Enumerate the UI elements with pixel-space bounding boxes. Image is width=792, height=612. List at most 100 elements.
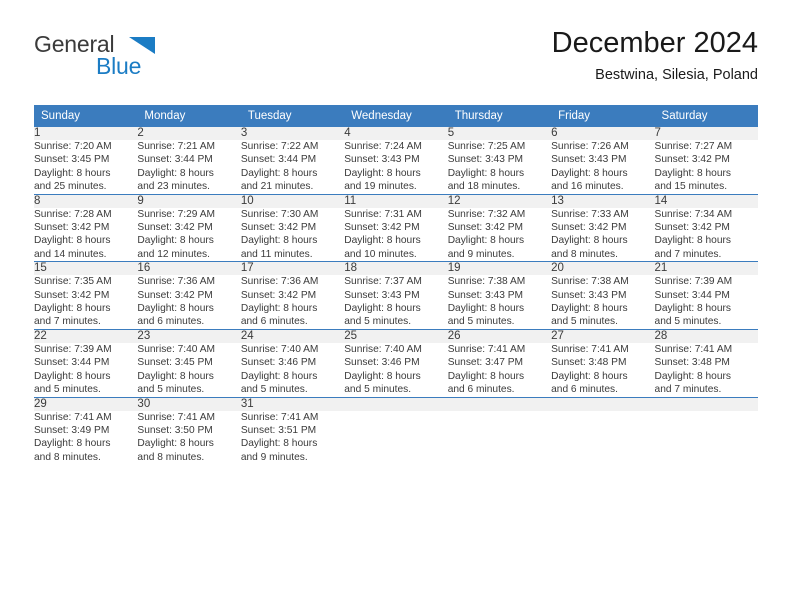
day-number[interactable]: 5 <box>447 127 552 140</box>
day-daylight-text: and 12 minutes. <box>137 248 210 260</box>
day-sunset-text: Sunset: 3:43 PM <box>447 289 524 301</box>
day-daylight-text: Daylight: 8 hours <box>137 303 214 315</box>
day-number[interactable]: 25 <box>344 328 448 343</box>
day-number[interactable]: 17 <box>240 261 345 276</box>
weekday-header-thursday: Thursday <box>447 105 552 127</box>
day-daylight-text: Daylight: 8 hours <box>551 167 628 179</box>
day-sunset-text: Sunset: 3:46 PM <box>344 357 420 369</box>
day-daylight-text: and 5 minutes. <box>447 316 515 328</box>
day-daylight-text: Daylight: 8 hours <box>240 167 318 179</box>
day-daylight-text: and 25 minutes. <box>34 181 107 193</box>
day-sunset-text: Sunset: 3:44 PM <box>34 357 110 369</box>
day-details: Sunrise: 7:24 AM Sunset: 3:43 PM Daylight:… <box>344 140 447 194</box>
day-sunset-text: Sunset: 3:42 PM <box>34 289 110 301</box>
day-daylight-text: Daylight: 8 hours <box>447 167 525 179</box>
day-sunrise-text: Sunrise: 7:25 AM <box>447 141 526 152</box>
day-number[interactable]: 21 <box>654 261 758 276</box>
day-number[interactable]: 22 <box>34 328 138 343</box>
day-daylight-text: and 5 minutes. <box>551 316 618 328</box>
day-number[interactable]: 24 <box>240 328 345 343</box>
day-details: Sunrise: 7:33 AM Sunset: 3:42 PM Daylight:… <box>551 208 654 262</box>
day-number[interactable]: 2 <box>137 127 241 140</box>
day-number[interactable]: 31 <box>240 396 345 411</box>
day-number[interactable]: 15 <box>34 261 138 276</box>
title-block: December 2024 Bestwina, Silesia, Poland <box>552 26 758 84</box>
day-sunset-text: Sunset: 3:49 PM <box>34 424 110 436</box>
day-number[interactable]: 10 <box>240 193 345 208</box>
day-daylight-text: and 21 minutes. <box>240 181 314 193</box>
day-daylight-text: Daylight: 8 hours <box>447 303 525 315</box>
day-sunset-text: Sunset: 3:43 PM <box>344 289 420 301</box>
day-number[interactable]: 23 <box>137 328 241 343</box>
calendar-header-row: Sunday Monday Tuesday Wednesday Thursday… <box>34 105 758 127</box>
day-sunrise-text: Sunrise: 7:31 AM <box>344 208 422 220</box>
day-daylight-text: Daylight: 8 hours <box>240 370 318 382</box>
day-number[interactable]: 9 <box>137 193 241 208</box>
day-sunrise-text: Sunrise: 7:41 AM <box>654 343 733 355</box>
page-title: December 2024 <box>551 27 758 59</box>
day-daylight-text: and 5 minutes. <box>654 316 722 328</box>
day-daylight-text: and 14 minutes. <box>34 248 107 260</box>
day-number[interactable]: 16 <box>137 261 241 276</box>
day-number[interactable]: 29 <box>34 396 138 411</box>
day-number[interactable]: 6 <box>551 127 655 140</box>
day-sunset-text: Sunset: 3:43 PM <box>344 154 420 166</box>
day-sunrise-text: Sunrise: 7:41 AM <box>137 411 216 423</box>
day-number[interactable]: 27 <box>551 328 655 343</box>
day-sunrise-text: Sunrise: 7:33 AM <box>551 208 629 220</box>
day-sunset-text: Sunset: 3:46 PM <box>240 357 317 369</box>
day-number[interactable]: 19 <box>447 261 552 276</box>
day-daylight-text: and 8 minutes. <box>551 248 618 260</box>
calendar-body: 1 2 3 4 5 6 7 Sunrise: 7:20 AM Sunset: 3:45 PM Da… <box>34 127 758 464</box>
day-daylight-text: Daylight: 8 hours <box>344 370 421 382</box>
day-sunrise-text: Sunrise: 7:38 AM <box>447 276 526 288</box>
day-sunset-text: Sunset: 3:47 PM <box>447 357 524 369</box>
day-sunrise-text: Sunrise: 7:36 AM <box>137 276 216 288</box>
day-sunset-text: Sunset: 3:42 PM <box>137 222 213 234</box>
day-number[interactable]: 13 <box>551 193 655 208</box>
day-details: Sunrise: 7:41 AM Sunset: 3:50 PM Daylight:… <box>137 411 240 465</box>
day-number[interactable]: 28 <box>654 328 758 343</box>
day-number[interactable]: 1 <box>34 127 138 140</box>
day-details-empty <box>551 411 654 465</box>
day-daylight-text: Daylight: 8 hours <box>240 235 318 247</box>
day-sunrise-text: Sunrise: 7:41 AM <box>34 411 112 423</box>
day-details: Sunrise: 7:36 AM Sunset: 3:42 PM Daylight:… <box>137 275 240 329</box>
day-number[interactable]: 18 <box>344 261 448 276</box>
day-daylight-text: Daylight: 8 hours <box>240 303 318 315</box>
day-number[interactable]: 4 <box>344 127 448 140</box>
day-sunrise-text: Sunrise: 7:28 AM <box>34 208 112 220</box>
day-details: Sunrise: 7:29 AM Sunset: 3:42 PM Daylight:… <box>137 208 240 262</box>
day-sunrise-text: Sunrise: 7:26 AM <box>551 141 629 152</box>
day-details-empty <box>448 411 551 465</box>
day-sunset-text: Sunset: 3:45 PM <box>137 357 213 369</box>
general-blue-logo[interactable]: General Blue <box>34 32 234 88</box>
day-details: Sunrise: 7:40 AM Sunset: 3:45 PM Daylight:… <box>137 343 240 397</box>
day-details-empty <box>344 411 447 465</box>
day-cell-empty <box>654 396 758 411</box>
day-number[interactable]: 11 <box>344 193 448 208</box>
day-number[interactable]: 8 <box>34 193 138 208</box>
day-number[interactable]: 30 <box>137 396 241 411</box>
day-sunset-text: Sunset: 3:42 PM <box>240 222 317 234</box>
day-sunrise-text: Sunrise: 7:41 AM <box>240 411 319 423</box>
week-row-numbers: 22 23 24 25 26 27 28 <box>34 328 758 343</box>
day-sunrise-text: Sunrise: 7:39 AM <box>654 276 733 288</box>
day-daylight-text: and 19 minutes. <box>344 181 417 193</box>
day-number[interactable]: 3 <box>240 127 345 140</box>
day-sunrise-text: Sunrise: 7:24 AM <box>344 141 422 152</box>
day-daylight-text: and 7 minutes. <box>34 316 101 328</box>
day-daylight-text: Daylight: 8 hours <box>344 235 421 247</box>
day-number[interactable]: 26 <box>447 328 552 343</box>
page-header: General Blue December 2024 Bestwina, Sil… <box>34 26 758 98</box>
day-daylight-text: Daylight: 8 hours <box>34 303 111 315</box>
day-number[interactable]: 12 <box>447 193 552 208</box>
day-sunrise-text: Sunrise: 7:35 AM <box>34 276 112 288</box>
day-details-empty <box>655 411 758 465</box>
day-sunrise-text: Sunrise: 7:29 AM <box>137 208 216 220</box>
day-details: Sunrise: 7:28 AM Sunset: 3:42 PM Daylight:… <box>34 208 137 262</box>
day-number[interactable]: 20 <box>551 261 655 276</box>
day-daylight-text: Daylight: 8 hours <box>34 235 111 247</box>
day-number[interactable]: 7 <box>654 127 758 140</box>
day-number[interactable]: 14 <box>654 193 758 208</box>
